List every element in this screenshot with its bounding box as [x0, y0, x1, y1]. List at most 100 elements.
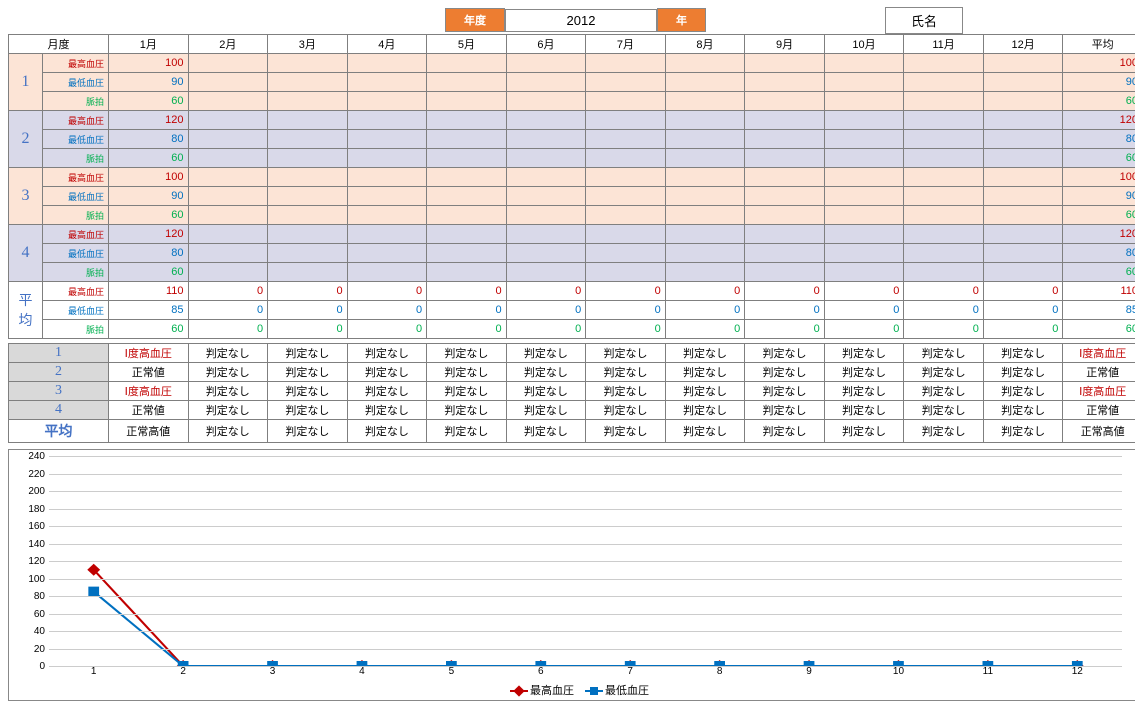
data-cell[interactable] — [586, 111, 666, 130]
data-cell[interactable] — [824, 225, 904, 244]
data-cell[interactable] — [665, 225, 745, 244]
data-cell[interactable] — [745, 225, 825, 244]
data-cell[interactable]: 90 — [1063, 187, 1135, 206]
data-cell[interactable] — [586, 244, 666, 263]
data-cell[interactable] — [347, 168, 427, 187]
data-cell[interactable] — [904, 92, 984, 111]
data-cell[interactable] — [268, 244, 348, 263]
data-cell[interactable] — [347, 92, 427, 111]
data-cell[interactable] — [904, 206, 984, 225]
data-cell[interactable] — [188, 73, 268, 92]
data-cell[interactable] — [586, 225, 666, 244]
data-cell[interactable] — [586, 168, 666, 187]
data-cell[interactable] — [427, 111, 507, 130]
data-cell[interactable] — [904, 54, 984, 73]
data-cell[interactable] — [506, 206, 586, 225]
data-cell[interactable] — [983, 92, 1063, 111]
data-cell[interactable] — [347, 149, 427, 168]
data-cell[interactable] — [188, 54, 268, 73]
data-cell[interactable]: 80 — [1063, 244, 1135, 263]
data-cell[interactable] — [506, 73, 586, 92]
data-cell[interactable] — [506, 130, 586, 149]
data-cell[interactable] — [983, 149, 1063, 168]
data-cell[interactable] — [268, 92, 348, 111]
data-cell[interactable] — [745, 187, 825, 206]
data-cell[interactable] — [586, 149, 666, 168]
data-cell[interactable] — [188, 263, 268, 282]
data-cell[interactable] — [427, 168, 507, 187]
data-cell[interactable]: 90 — [109, 187, 189, 206]
data-cell[interactable] — [665, 130, 745, 149]
data-cell[interactable] — [347, 73, 427, 92]
data-cell[interactable] — [506, 187, 586, 206]
data-cell[interactable] — [586, 73, 666, 92]
data-cell[interactable] — [268, 206, 348, 225]
data-cell[interactable] — [904, 111, 984, 130]
data-cell[interactable] — [904, 168, 984, 187]
data-cell[interactable] — [983, 111, 1063, 130]
data-cell[interactable]: 120 — [1063, 225, 1135, 244]
data-cell[interactable]: 60 — [109, 92, 189, 111]
data-cell[interactable] — [665, 54, 745, 73]
data-cell[interactable] — [824, 149, 904, 168]
data-cell[interactable] — [268, 73, 348, 92]
data-cell[interactable] — [983, 244, 1063, 263]
data-cell[interactable]: 80 — [109, 130, 189, 149]
data-cell[interactable] — [904, 187, 984, 206]
data-cell[interactable] — [983, 263, 1063, 282]
data-cell[interactable]: 100 — [1063, 54, 1135, 73]
data-cell[interactable] — [824, 244, 904, 263]
data-cell[interactable] — [586, 187, 666, 206]
data-cell[interactable] — [586, 54, 666, 73]
data-cell[interactable] — [268, 111, 348, 130]
data-cell[interactable] — [665, 244, 745, 263]
data-cell[interactable] — [665, 92, 745, 111]
data-cell[interactable]: 60 — [1063, 92, 1135, 111]
data-cell[interactable] — [506, 92, 586, 111]
data-cell[interactable] — [983, 73, 1063, 92]
data-cell[interactable] — [745, 244, 825, 263]
data-cell[interactable] — [506, 244, 586, 263]
data-cell[interactable]: 60 — [109, 263, 189, 282]
data-cell[interactable] — [268, 54, 348, 73]
data-cell[interactable]: 60 — [1063, 263, 1135, 282]
data-cell[interactable] — [983, 187, 1063, 206]
data-cell[interactable] — [506, 263, 586, 282]
data-cell[interactable]: 100 — [109, 54, 189, 73]
data-cell[interactable] — [347, 54, 427, 73]
data-cell[interactable]: 100 — [109, 168, 189, 187]
data-cell[interactable] — [586, 130, 666, 149]
data-cell[interactable] — [188, 244, 268, 263]
data-cell[interactable] — [983, 54, 1063, 73]
data-cell[interactable] — [427, 54, 507, 73]
data-cell[interactable] — [427, 92, 507, 111]
data-cell[interactable]: 100 — [1063, 168, 1135, 187]
data-cell[interactable] — [745, 263, 825, 282]
data-cell[interactable] — [427, 130, 507, 149]
data-cell[interactable]: 90 — [109, 73, 189, 92]
data-cell[interactable] — [427, 149, 507, 168]
data-cell[interactable] — [824, 187, 904, 206]
data-cell[interactable] — [745, 54, 825, 73]
data-cell[interactable]: 80 — [109, 244, 189, 263]
data-cell[interactable] — [188, 111, 268, 130]
data-cell[interactable] — [268, 187, 348, 206]
data-cell[interactable] — [745, 168, 825, 187]
data-cell[interactable] — [824, 73, 904, 92]
data-cell[interactable] — [665, 206, 745, 225]
data-cell[interactable] — [586, 206, 666, 225]
data-cell[interactable] — [506, 168, 586, 187]
data-cell[interactable]: 60 — [109, 206, 189, 225]
data-cell[interactable] — [824, 92, 904, 111]
data-cell[interactable] — [268, 130, 348, 149]
data-cell[interactable] — [824, 54, 904, 73]
data-cell[interactable] — [904, 225, 984, 244]
data-cell[interactable] — [824, 168, 904, 187]
data-cell[interactable] — [188, 130, 268, 149]
data-cell[interactable]: 60 — [109, 149, 189, 168]
data-cell[interactable] — [665, 263, 745, 282]
data-cell[interactable] — [427, 263, 507, 282]
data-cell[interactable] — [904, 73, 984, 92]
data-cell[interactable] — [824, 206, 904, 225]
data-cell[interactable] — [188, 168, 268, 187]
